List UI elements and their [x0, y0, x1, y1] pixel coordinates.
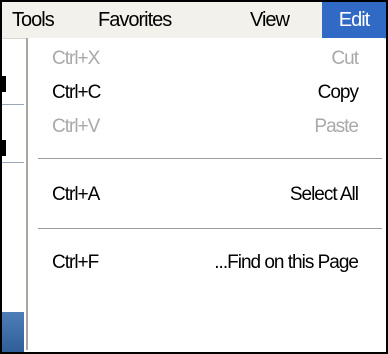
menu-separator [38, 228, 382, 230]
menu-view[interactable]: View [250, 2, 290, 38]
shortcut-label: Ctrl+A [52, 184, 100, 205]
menu-item-label: ...Find on this Page [214, 252, 359, 273]
menu-item-copy[interactable]: Ctrl+C Copy [28, 76, 384, 110]
shortcut-label: Ctrl+V [52, 116, 100, 137]
menu-item-cut[interactable]: Ctrl+X Cut [28, 42, 384, 76]
menu-tools[interactable]: Tools [12, 2, 55, 38]
menu-separator [38, 158, 382, 160]
shortcut-label: Ctrl+F [52, 252, 99, 273]
menu-item-paste[interactable]: Ctrl+V Paste [28, 110, 384, 144]
menu-item-find-on-page[interactable]: Ctrl+F ...Find on this Page [28, 246, 384, 280]
background-blue-bar [2, 312, 24, 352]
background-window-strip [2, 38, 24, 352]
menu-favorites[interactable]: Favorites [98, 2, 172, 38]
menu-item-label: Paste [314, 116, 359, 137]
menu-edit[interactable]: Edit [322, 2, 386, 38]
background-divider [2, 162, 24, 163]
background-edge-mark [2, 140, 6, 156]
menu-bar: Tools Favorites View Edit [2, 2, 386, 39]
menu-item-select-all[interactable]: Ctrl+A Select All [28, 178, 384, 212]
shortcut-label: Ctrl+X [52, 48, 100, 69]
browser-window: Tools Favorites View Edit Ctrl+X Cut Ctr… [0, 0, 388, 354]
edit-menu-dropdown: Ctrl+X Cut Ctrl+C Copy Ctrl+V Paste Ctrl… [26, 38, 384, 350]
background-edge-mark [2, 76, 6, 92]
shortcut-label: Ctrl+C [52, 82, 101, 103]
menu-item-label: Copy [317, 82, 359, 103]
background-divider [2, 104, 24, 105]
menu-item-label: Cut [331, 48, 359, 69]
menu-item-label: Select All [289, 184, 359, 205]
